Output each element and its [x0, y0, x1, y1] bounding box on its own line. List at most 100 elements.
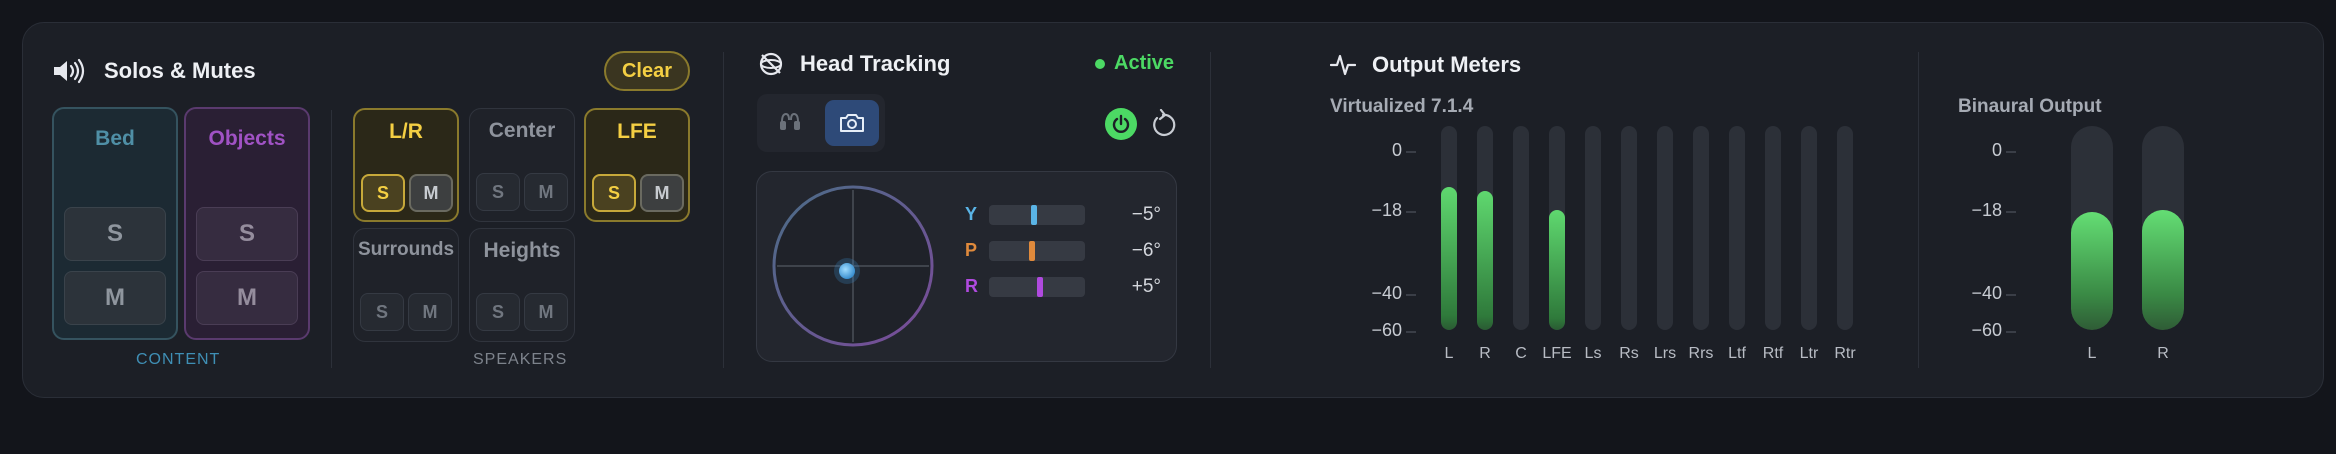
bed-mute-button[interactable]: M	[64, 271, 166, 325]
binaural-scale-label: −40	[1971, 283, 2002, 303]
axis-track-p[interactable]	[989, 241, 1085, 261]
meter-label-ltf: Ltf	[1728, 345, 1746, 362]
divider	[1210, 52, 1211, 368]
surrounds-solo-button[interactable]: S	[360, 293, 404, 331]
axis-value-y: −5°	[1131, 204, 1161, 225]
speaker-lfe-group: LFE S M	[584, 108, 690, 222]
heights-mute-button[interactable]: M	[524, 293, 568, 331]
meter-label-rtr: Rtr	[1834, 345, 1856, 362]
meter-label-rrs: Rrs	[1688, 345, 1714, 362]
status-text: Active	[1114, 52, 1175, 74]
center-label: Center	[488, 119, 556, 142]
virtualized-scale-label: 0	[1391, 140, 1402, 160]
heights-label: Heights	[483, 239, 561, 262]
speaker-center-group: Center S M	[469, 108, 575, 222]
binaural-scale-tick	[2006, 151, 2016, 153]
solos-mutes-title: Solos & Mutes	[104, 58, 256, 83]
surrounds-label: Surrounds	[357, 239, 455, 260]
lr-solo-button[interactable]: S	[361, 174, 405, 212]
output-meters-title: Output Meters	[1372, 52, 1522, 77]
content-objects-group: Objects S M	[184, 107, 310, 340]
head-tracking-icon	[758, 51, 784, 82]
binaural-meter-label-r: R	[2157, 345, 2169, 362]
meter-label-l: L	[1444, 345, 1454, 362]
binaural-scale-tick	[2006, 211, 2016, 213]
objects-label: Objects	[208, 127, 286, 150]
virtualized-scale-label: −40	[1371, 283, 1402, 303]
binaural-meter-fill	[2071, 212, 2113, 330]
bed-label: Bed	[95, 127, 135, 150]
status-dot	[1095, 59, 1105, 69]
power-icon	[1112, 114, 1130, 133]
axis-label-r: R	[965, 276, 978, 296]
meter-label-r: R	[1479, 345, 1491, 362]
lfe-label: LFE	[617, 120, 657, 143]
meter-lrs	[1657, 126, 1673, 330]
axis-label-y: Y	[965, 204, 978, 224]
lr-label: L/R	[389, 120, 423, 143]
orientation-sphere	[772, 185, 934, 347]
lfe-mute-button[interactable]: M	[640, 174, 684, 212]
virtualized-scale-tick	[1406, 211, 1416, 213]
tracking-visualizer: Y −5° P −6° R +5°	[756, 171, 1177, 362]
binaural-meter-r	[2142, 126, 2184, 330]
axis-indicator	[1037, 277, 1043, 297]
camera-icon	[840, 114, 864, 132]
axis-indicator	[1029, 241, 1035, 261]
binaural-meter-label-l: L	[2087, 345, 2097, 362]
objects-solo-button[interactable]: S	[196, 207, 298, 261]
meter-label-ltr: Ltr	[1799, 345, 1819, 362]
speaker-lr-group: L/R S M	[353, 108, 459, 222]
clear-button[interactable]: Clear	[604, 51, 690, 91]
center-mute-button[interactable]: M	[524, 173, 568, 211]
meter-ltr	[1801, 126, 1817, 330]
axis-value-r: +5°	[1131, 276, 1161, 297]
meter-label-rtf: Rtf	[1762, 345, 1784, 362]
objects-mute-button[interactable]: M	[196, 271, 298, 325]
waveform-icon	[1329, 52, 1357, 83]
virtualized-scale-label: −18	[1371, 200, 1402, 220]
bed-solo-button[interactable]: S	[64, 207, 166, 261]
meter-c	[1513, 126, 1529, 330]
meter-label-rs: Rs	[1619, 345, 1639, 362]
meter-ltf	[1729, 126, 1745, 330]
meter-fill	[1441, 187, 1457, 330]
virtualized-label: Virtualized 7.1.4	[1330, 96, 1474, 117]
axis-indicator	[1031, 205, 1037, 225]
camera-mode-button[interactable]	[825, 100, 879, 146]
meter-ls	[1585, 126, 1601, 330]
surrounds-mute-button[interactable]: M	[408, 293, 452, 331]
binaural-scale-label: −60	[1971, 320, 2002, 340]
center-solo-button[interactable]: S	[476, 173, 520, 211]
reset-icon[interactable]	[1148, 108, 1178, 146]
axis-track-y[interactable]	[989, 205, 1085, 225]
binaural-scale-tick	[2006, 294, 2016, 296]
head-tracking-title: Head Tracking	[800, 51, 951, 76]
heights-solo-button[interactable]: S	[476, 293, 520, 331]
virtualized-scale-tick	[1406, 151, 1416, 153]
binaural-scale-label: −18	[1971, 200, 2002, 220]
meter-label-c: C	[1515, 345, 1527, 362]
tracking-mode-selector	[757, 94, 885, 152]
speaker-surrounds-group: Surrounds S M	[353, 228, 459, 342]
tracking-power-button[interactable]	[1105, 108, 1137, 140]
meter-rrs	[1693, 126, 1709, 330]
axis-value-p: −6°	[1131, 240, 1161, 261]
binaural-meter-l	[2071, 126, 2113, 330]
axis-label-p: P	[965, 240, 978, 260]
meter-fill	[1477, 191, 1493, 330]
lr-mute-button[interactable]: M	[409, 174, 453, 212]
meter-lfe	[1549, 126, 1565, 330]
binaural-scale-tick	[2006, 331, 2016, 333]
meter-label-ls: Ls	[1584, 345, 1602, 362]
binaural-meter-fill	[2142, 210, 2184, 330]
headphones-icon	[780, 112, 800, 130]
meter-label-lfe: LFE	[1542, 345, 1572, 362]
lfe-solo-button[interactable]: S	[592, 174, 636, 212]
virtualized-scale-tick	[1406, 331, 1416, 333]
speaker-icon	[52, 58, 86, 89]
meter-rs	[1621, 126, 1637, 330]
axis-track-r[interactable]	[989, 277, 1085, 297]
headphones-mode-button[interactable]	[763, 100, 817, 146]
meter-fill	[1549, 210, 1565, 330]
